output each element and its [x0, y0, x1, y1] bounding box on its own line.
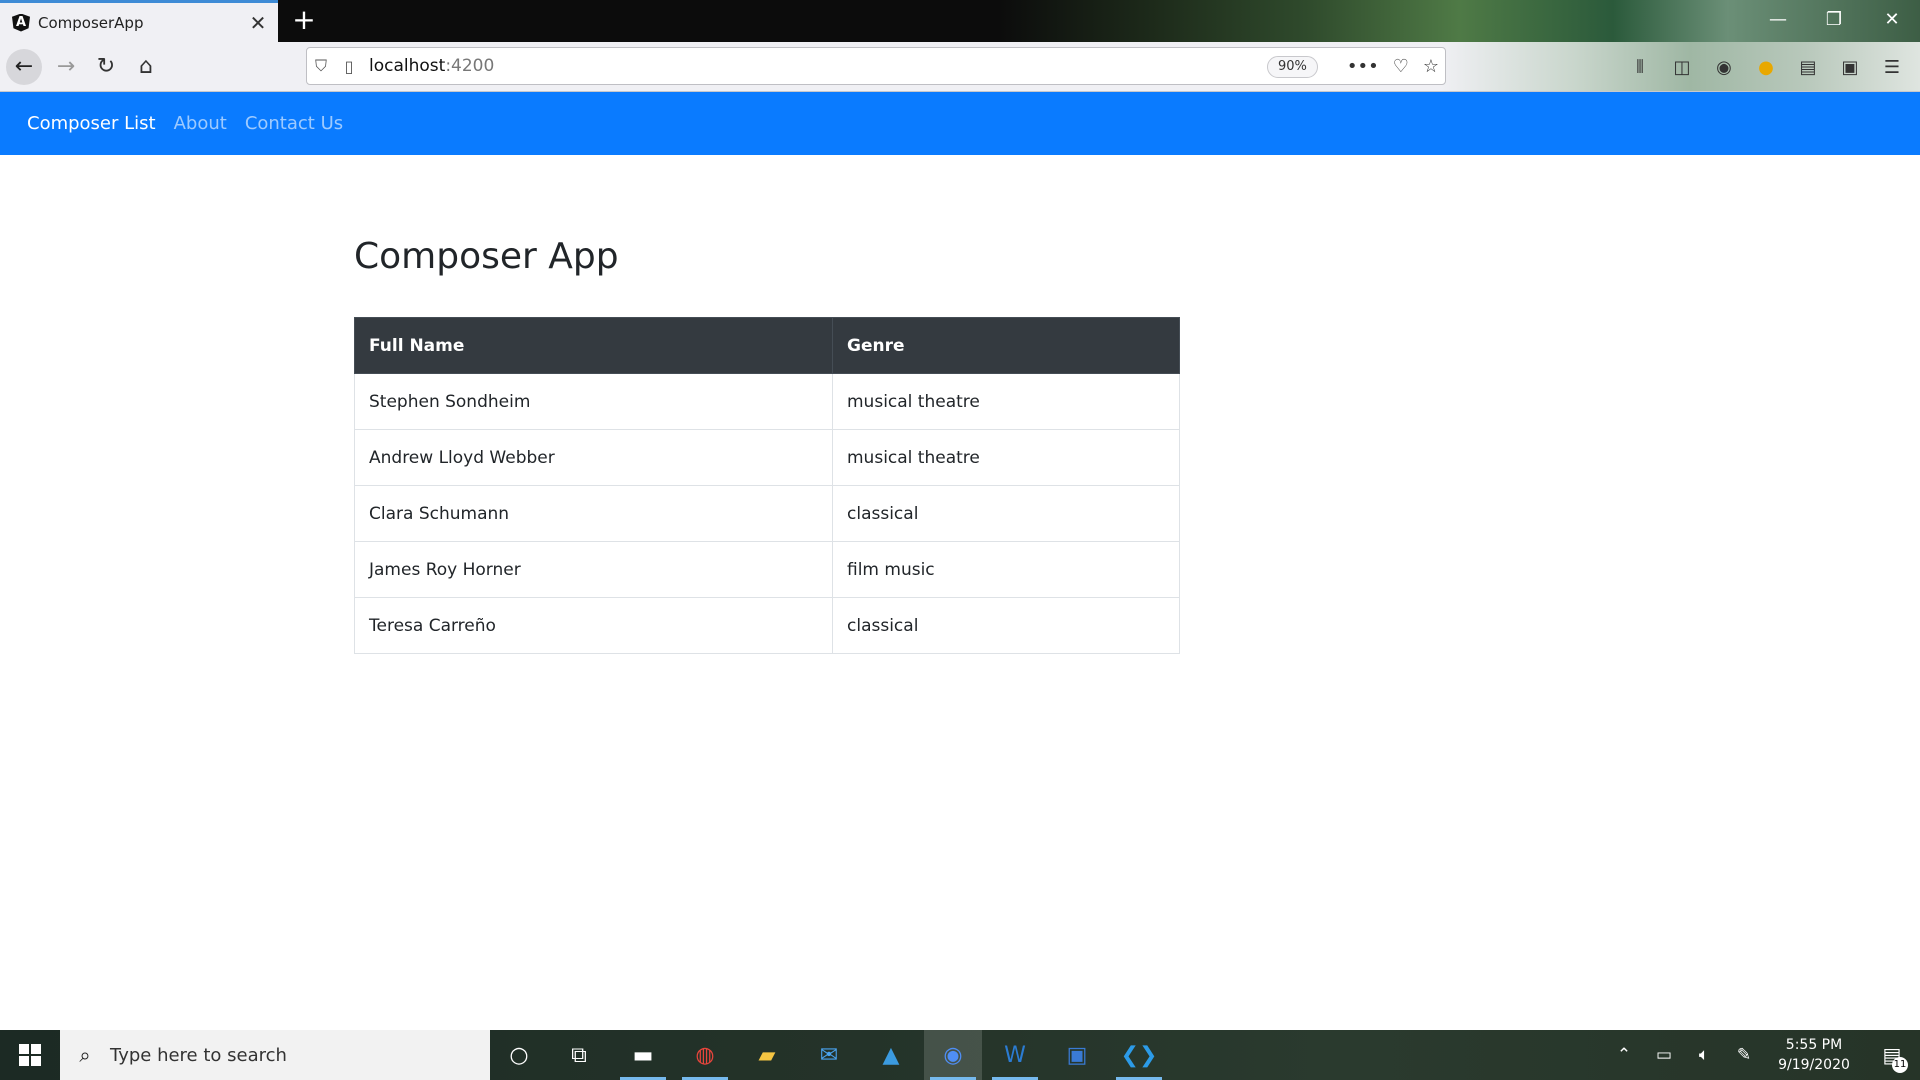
table-row: Clara Schumann classical — [354, 485, 1180, 542]
notification-center-icon[interactable]: ▤ 11 — [1864, 1043, 1920, 1073]
cortana-icon[interactable]: ○ — [490, 1030, 548, 1080]
more-actions-icon[interactable]: ••• — [1347, 56, 1379, 77]
address-bar[interactable]: ⛉ ▯ localhost:4200 90% ••• ♡ ☆ — [306, 47, 1446, 85]
reader-icon[interactable]: ▤ — [1796, 57, 1820, 78]
browser-titlebar: A ComposerApp ✕ + — ❐ ✕ — [0, 0, 1920, 42]
cell-full-name: Stephen Sondheim — [354, 373, 833, 430]
start-button[interactable] — [0, 1030, 60, 1080]
extension-icon[interactable]: ● — [1754, 57, 1778, 78]
url-actions: ••• ♡ ☆ — [1347, 48, 1439, 84]
tab-close-icon[interactable]: ✕ — [244, 11, 272, 35]
show-hidden-icons-icon[interactable]: ⌃ — [1604, 1045, 1644, 1065]
cell-genre: film music — [832, 541, 1180, 598]
zoom-badge[interactable]: 90% — [1267, 56, 1318, 78]
column-header-full-name: Full Name — [354, 317, 833, 374]
page-title: Composer App — [354, 236, 619, 277]
table-header-row: Full Name Genre — [354, 317, 1180, 374]
toolbar-icons: ⫴ ◫ ◉ ● ▤ ▣ ☰ — [1628, 48, 1920, 86]
photos-icon[interactable]: ▲ — [862, 1030, 920, 1080]
table-row: James Roy Horner film music — [354, 541, 1180, 598]
restore-button[interactable]: ❐ — [1806, 0, 1862, 42]
browser-tab[interactable]: A ComposerApp ✕ — [0, 0, 278, 42]
shield-icon[interactable]: ⛉ — [307, 56, 335, 76]
task-view-icon[interactable]: ⧉ — [550, 1030, 608, 1080]
forward-arrow-icon[interactable]: → — [48, 49, 84, 85]
mail-icon[interactable]: ✉ — [800, 1030, 858, 1080]
account-icon[interactable]: ◉ — [1712, 57, 1736, 78]
taskbar-clock[interactable]: 5:55 PM 9/19/2020 — [1764, 1035, 1864, 1075]
notification-count: 11 — [1892, 1057, 1908, 1073]
file-explorer-icon[interactable]: ▰ — [738, 1030, 796, 1080]
pen-icon[interactable]: ✎ — [1724, 1045, 1764, 1065]
vscode-icon[interactable]: ❮❯ — [1110, 1030, 1168, 1080]
column-header-genre: Genre — [832, 317, 1180, 374]
terminal-icon[interactable]: ▬ — [614, 1030, 672, 1080]
cell-full-name: James Roy Horner — [354, 541, 833, 598]
table-row: Teresa Carreño classical — [354, 597, 1180, 654]
cell-full-name: Teresa Carreño — [354, 597, 833, 654]
new-tab-button[interactable]: + — [288, 5, 320, 37]
system-tray: ⌃ ▭ 🔈︎ ✎ 5:55 PM 9/19/2020 ▤ 11 — [1604, 1030, 1920, 1080]
composer-table: Full Name Genre Stephen Sondheim musical… — [354, 317, 1180, 654]
reload-icon[interactable]: ↻ — [88, 49, 124, 85]
cell-genre: classical — [832, 597, 1180, 654]
battery-icon[interactable]: ▭ — [1644, 1045, 1684, 1065]
taskbar-search[interactable]: ⌕ Type here to search — [60, 1030, 490, 1080]
word-icon[interactable]: W — [986, 1030, 1044, 1080]
nav-contact-us[interactable]: Contact Us — [245, 113, 343, 134]
sidebar-icon[interactable]: ◫ — [1670, 57, 1694, 78]
windows-logo-icon — [19, 1044, 41, 1066]
nav-about[interactable]: About — [174, 113, 227, 134]
url-host: localhost — [369, 56, 446, 76]
volume-icon[interactable]: 🔈︎ — [1684, 1045, 1724, 1065]
search-icon: ⌕ — [79, 1043, 91, 1067]
clock-date: 9/19/2020 — [1778, 1057, 1850, 1073]
page-content: Composer App — [354, 236, 1180, 277]
bookmark-star-icon[interactable]: ☆ — [1423, 56, 1439, 77]
tab-title: ComposerApp — [38, 13, 144, 32]
minimize-button[interactable]: — — [1750, 0, 1806, 42]
clock-time: 5:55 PM — [1785, 1037, 1843, 1053]
pocket-icon[interactable]: ♡ — [1393, 56, 1409, 77]
chrome-icon[interactable]: ◍ — [676, 1030, 734, 1080]
menu-icon[interactable]: ☰ — [1880, 57, 1904, 78]
windows-taskbar: ⌕ Type here to search ○ ⧉ ▬ ◍ ▰ ✉ ▲ ◉ W … — [0, 1030, 1920, 1080]
table-row: Andrew Lloyd Webber musical theatre — [354, 429, 1180, 486]
search-placeholder: Type here to search — [110, 1044, 287, 1066]
library-icon[interactable]: ⫴ — [1628, 57, 1652, 78]
table-row: Stephen Sondheim musical theatre — [354, 373, 1180, 430]
screenshot-icon[interactable]: ▣ — [1838, 57, 1862, 78]
cell-full-name: Clara Schumann — [354, 485, 833, 542]
browser-toolbar: ← → ↻ ⌂ ⛉ ▯ localhost:4200 90% ••• ♡ ☆ ⫴… — [0, 42, 1920, 92]
app-navbar: Composer List About Contact Us — [0, 92, 1920, 155]
cell-full-name: Andrew Lloyd Webber — [354, 429, 833, 486]
cell-genre: musical theatre — [832, 373, 1180, 430]
url-port: :4200 — [445, 56, 495, 76]
cell-genre: musical theatre — [832, 429, 1180, 486]
nav-composer-list[interactable]: Composer List — [27, 113, 156, 134]
cell-genre: classical — [832, 485, 1180, 542]
close-window-button[interactable]: ✕ — [1864, 0, 1920, 42]
back-arrow-icon[interactable]: ← — [6, 49, 42, 85]
angular-favicon-icon: A — [12, 13, 30, 32]
app-icon[interactable]: ▣ — [1048, 1030, 1106, 1080]
home-icon[interactable]: ⌂ — [128, 49, 164, 85]
url-text[interactable]: localhost:4200 — [369, 56, 494, 76]
firefox-icon[interactable]: ◉ — [924, 1030, 982, 1080]
page-icon: ▯ — [344, 56, 354, 76]
